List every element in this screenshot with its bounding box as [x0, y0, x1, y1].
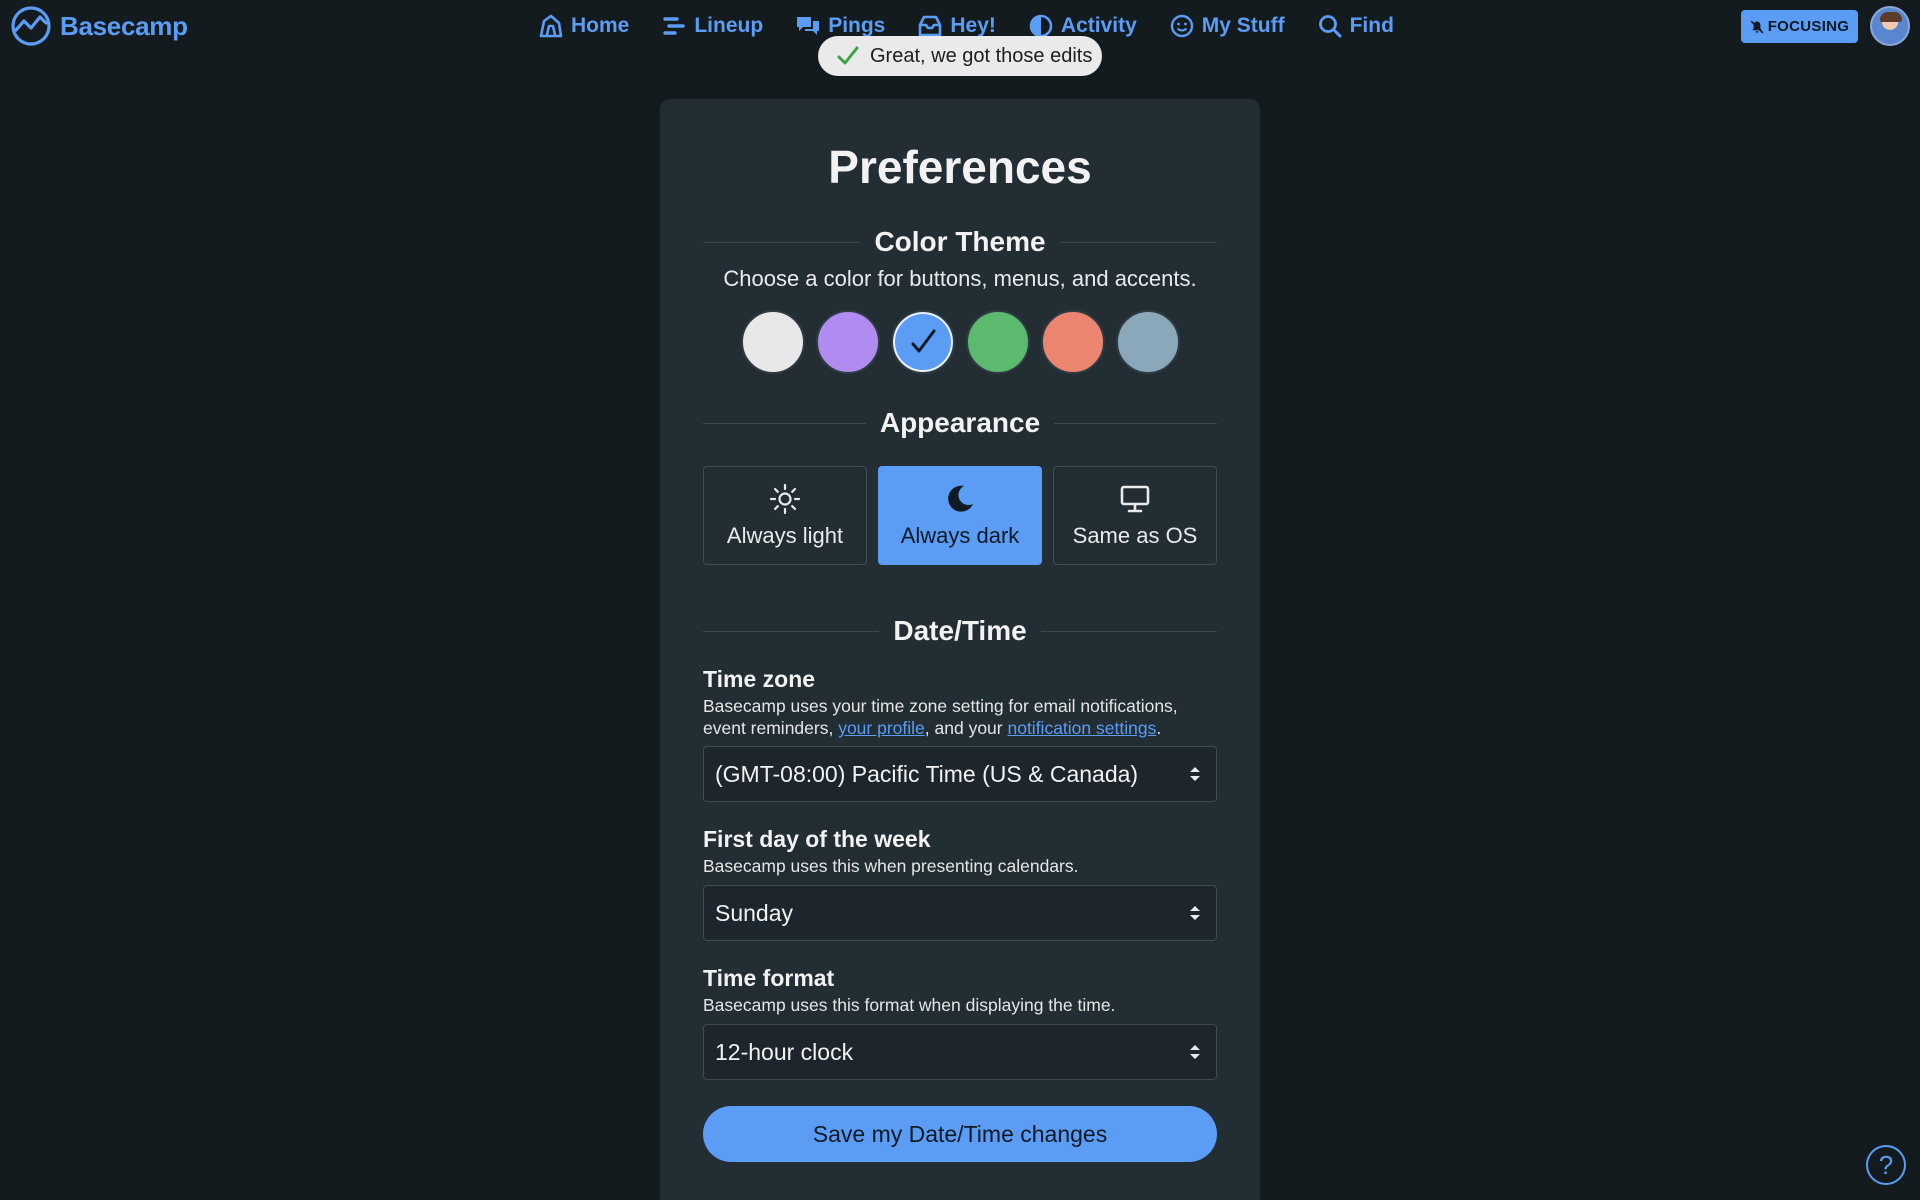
swatch-green[interactable] — [966, 310, 1030, 374]
nav-find[interactable]: Find — [1317, 13, 1394, 39]
nav-my-stuff[interactable]: My Stuff — [1169, 13, 1285, 39]
always-dark-label: Always dark — [900, 522, 1020, 548]
moon-icon — [948, 485, 973, 512]
checkmark-icon — [911, 329, 936, 353]
timezone-value: (GMT-08:00) Pacific Time (US & Canada) — [715, 760, 1139, 787]
basecamp-logo-icon — [11, 6, 51, 46]
time-format-label: Time format — [703, 965, 835, 991]
divider — [703, 241, 861, 243]
time-format-select[interactable]: 12-hour clock — [703, 1024, 1217, 1080]
swatch-coral[interactable] — [1041, 310, 1105, 374]
smiley-icon — [1170, 14, 1193, 38]
color-theme-heading: Color Theme — [703, 222, 1218, 262]
page-title: Preferences — [828, 141, 1092, 193]
appearance-heading-text: Appearance — [879, 407, 1041, 438]
first-day-label: First day of the week — [703, 826, 931, 852]
timezone-help-suffix: . — [1156, 718, 1162, 738]
search-icon — [1318, 15, 1342, 38]
save-datetime-button[interactable]: Save my Date/Time changes — [703, 1106, 1217, 1162]
timezone-help-mid: , and your — [924, 718, 1008, 738]
divider — [703, 422, 866, 424]
nav-lineup[interactable]: Lineup — [661, 13, 763, 39]
datetime-heading-text: Date/Time — [893, 615, 1027, 646]
success-toast: Great, we got those edits — [818, 36, 1102, 76]
always-light-label: Always light — [726, 522, 844, 548]
color-swatches — [741, 310, 1180, 374]
time-format-value: 12-hour clock — [715, 1038, 854, 1065]
notification-settings-link[interactable]: notification settings — [1007, 718, 1156, 738]
select-arrows-icon — [1190, 1045, 1200, 1059]
first-day-help: Basecamp uses this when presenting calen… — [703, 856, 1079, 876]
first-day-select[interactable]: Sunday — [703, 885, 1217, 941]
basecamp-logo[interactable]: Basecamp — [10, 6, 188, 46]
nav-home[interactable]: Home — [538, 13, 629, 39]
lineup-icon — [663, 17, 686, 35]
focusing-button[interactable]: FOCUSING — [1741, 10, 1858, 43]
always-dark-button[interactable]: Always dark — [878, 466, 1042, 565]
focusing-label: FOCUSING — [1767, 18, 1850, 35]
appearance-heading: Appearance — [703, 403, 1218, 443]
nav-find-label: Find — [1349, 14, 1394, 37]
select-arrows-icon — [1190, 767, 1200, 781]
user-avatar[interactable] — [1870, 6, 1910, 46]
divider — [703, 630, 880, 632]
timezone-help: Basecamp uses your time zone setting for… — [703, 695, 1217, 739]
sun-icon — [769, 483, 801, 514]
appearance-options: Always light Always dark Same as OS — [703, 466, 1217, 565]
nav-pings-label: Pings — [828, 14, 886, 37]
nav-my-stuff-label: My Stuff — [1201, 14, 1285, 37]
nav-lineup-label: Lineup — [694, 14, 764, 37]
checkmark-icon — [837, 46, 859, 65]
datetime-heading: Date/Time — [703, 611, 1218, 651]
same-as-os-label: Same as OS — [1072, 522, 1198, 548]
swatch-blue[interactable] — [891, 310, 955, 374]
color-theme-heading-text: Color Theme — [874, 226, 1046, 257]
nav-hey-label: Hey! — [950, 14, 996, 37]
nav-activity-label: Activity — [1060, 14, 1137, 37]
swatch-purple[interactable] — [816, 310, 880, 374]
divider — [1054, 422, 1218, 424]
color-theme-subtitle: Choose a color for buttons, menus, and a… — [723, 266, 1197, 291]
divider — [1040, 630, 1218, 632]
divider — [1059, 241, 1218, 243]
home-icon — [539, 14, 563, 38]
same-as-os-button[interactable]: Same as OS — [1053, 466, 1217, 565]
timezone-label: Time zone — [703, 666, 816, 692]
timezone-select[interactable]: (GMT-08:00) Pacific Time (US & Canada) — [703, 746, 1217, 802]
first-day-value: Sunday — [715, 899, 794, 926]
swatch-white[interactable] — [741, 310, 805, 374]
pings-icon — [797, 17, 820, 35]
select-arrows-icon — [1190, 906, 1200, 920]
time-format-help: Basecamp uses this format when displayin… — [703, 995, 1116, 1015]
monitor-icon — [1120, 485, 1150, 512]
help-button[interactable]: ? — [1866, 1145, 1906, 1185]
toast-message: Great, we got those edits — [870, 44, 1093, 67]
nav-home-label: Home — [571, 14, 630, 37]
your-profile-link[interactable]: your profile — [838, 718, 925, 738]
logo-text: Basecamp — [60, 10, 188, 41]
always-light-button[interactable]: Always light — [703, 466, 867, 565]
swatch-slate[interactable] — [1116, 310, 1180, 374]
bell-off-icon — [1750, 20, 1763, 33]
